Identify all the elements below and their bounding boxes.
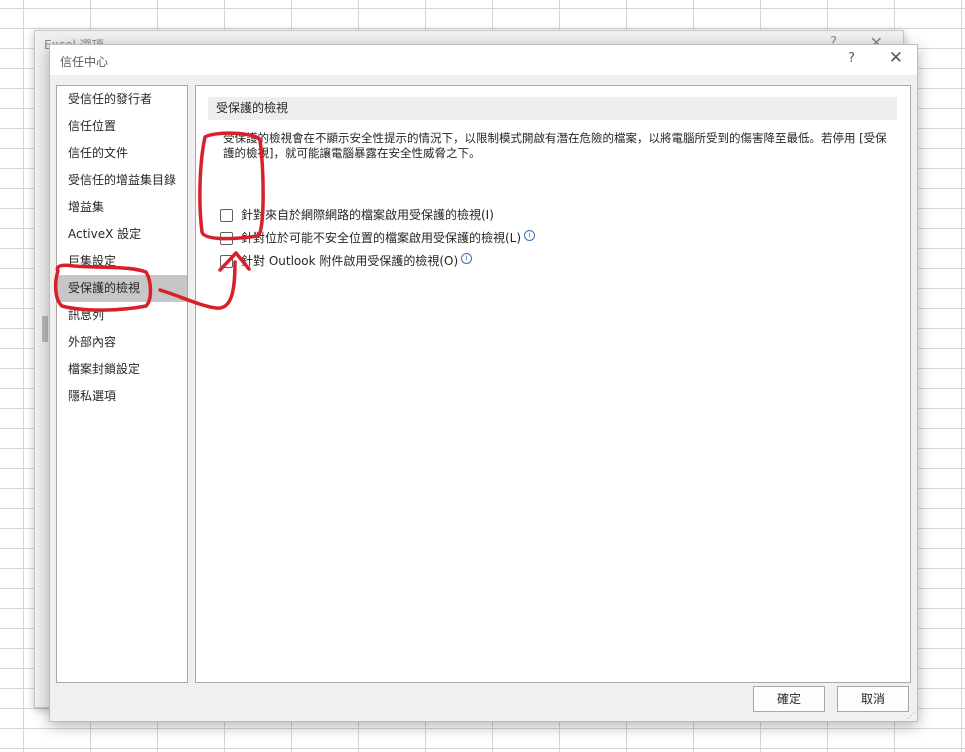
info-icon[interactable]: i (524, 229, 536, 241)
checkbox-unsafe-locations[interactable] (220, 231, 233, 245)
option-outlook-attachments: 針對 Outlook 附件啟用受保護的檢視(O) i (220, 252, 473, 269)
option-outlook-attachments-label: 針對 Outlook 附件啟用受保護的檢視(O) (241, 254, 459, 268)
protected-view-panel: 受保護的檢視 受保護的檢視會在不顯示安全性提示的情況下，以限制模式開啟有潛在危險… (195, 85, 911, 683)
cancel-button[interactable]: 取消 (837, 686, 909, 712)
protected-view-description: 受保護的檢視會在不顯示安全性提示的情況下，以限制模式開啟有潛在危險的檔案，以將電… (223, 131, 887, 160)
nav-item-protected-view[interactable]: 受保護的檢視 (57, 275, 187, 302)
info-icon[interactable]: i (461, 252, 473, 264)
nav-item-trusted-documents[interactable]: 信任的文件 (57, 140, 187, 167)
help-icon[interactable]: ? (848, 51, 855, 66)
nav-item-trusted-addin-catalogs[interactable]: 受信任的增益集目錄 (57, 167, 187, 194)
option-unsafe-locations: 針對位於可能不安全位置的檔案啟用受保護的檢視(L) i (220, 229, 536, 246)
ok-button[interactable]: 確定 (753, 686, 825, 712)
dialog-titlebar: 信任中心 ? ✕ (50, 45, 917, 75)
trust-center-nav: 受信任的發行者 信任位置 信任的文件 受信任的增益集目錄 增益集 ActiveX… (56, 85, 188, 683)
nav-item-external-content[interactable]: 外部內容 (57, 329, 187, 356)
resize-grip-icon[interactable]: ⋰ (907, 711, 915, 720)
nav-item-message-bar[interactable]: 訊息列 (57, 302, 187, 329)
trust-center-dialog: 信任中心 ? ✕ 受信任的發行者 信任位置 信任的文件 受信任的增益集目錄 增益… (49, 44, 918, 722)
option-unsafe-locations-label: 針對位於可能不安全位置的檔案啟用受保護的檢視(L) (241, 231, 522, 245)
nav-item-privacy-options[interactable]: 隱私選項 (57, 383, 187, 410)
checkbox-internet-files[interactable] (220, 208, 233, 222)
excel-options-scroll-strip (42, 316, 48, 342)
nav-item-addins[interactable]: 增益集 (57, 194, 187, 221)
nav-item-macro-settings[interactable]: 巨集設定 (57, 248, 187, 275)
nav-item-file-block-settings[interactable]: 檔案封鎖設定 (57, 356, 187, 383)
nav-item-trusted-locations[interactable]: 信任位置 (57, 113, 187, 140)
section-header: 受保護的檢視 (208, 97, 897, 120)
option-internet-files: 針對來自於網際網路的檔案啟用受保護的檢視(I) (220, 207, 494, 223)
checkbox-outlook-attachments[interactable] (220, 254, 233, 268)
close-icon[interactable]: ✕ (889, 48, 903, 68)
option-internet-files-label: 針對來自於網際網路的檔案啟用受保護的檢視(I) (241, 208, 494, 222)
nav-item-trusted-publishers[interactable]: 受信任的發行者 (57, 86, 187, 113)
dialog-title: 信任中心 (60, 55, 109, 69)
nav-item-activex-settings[interactable]: ActiveX 設定 (57, 221, 187, 248)
